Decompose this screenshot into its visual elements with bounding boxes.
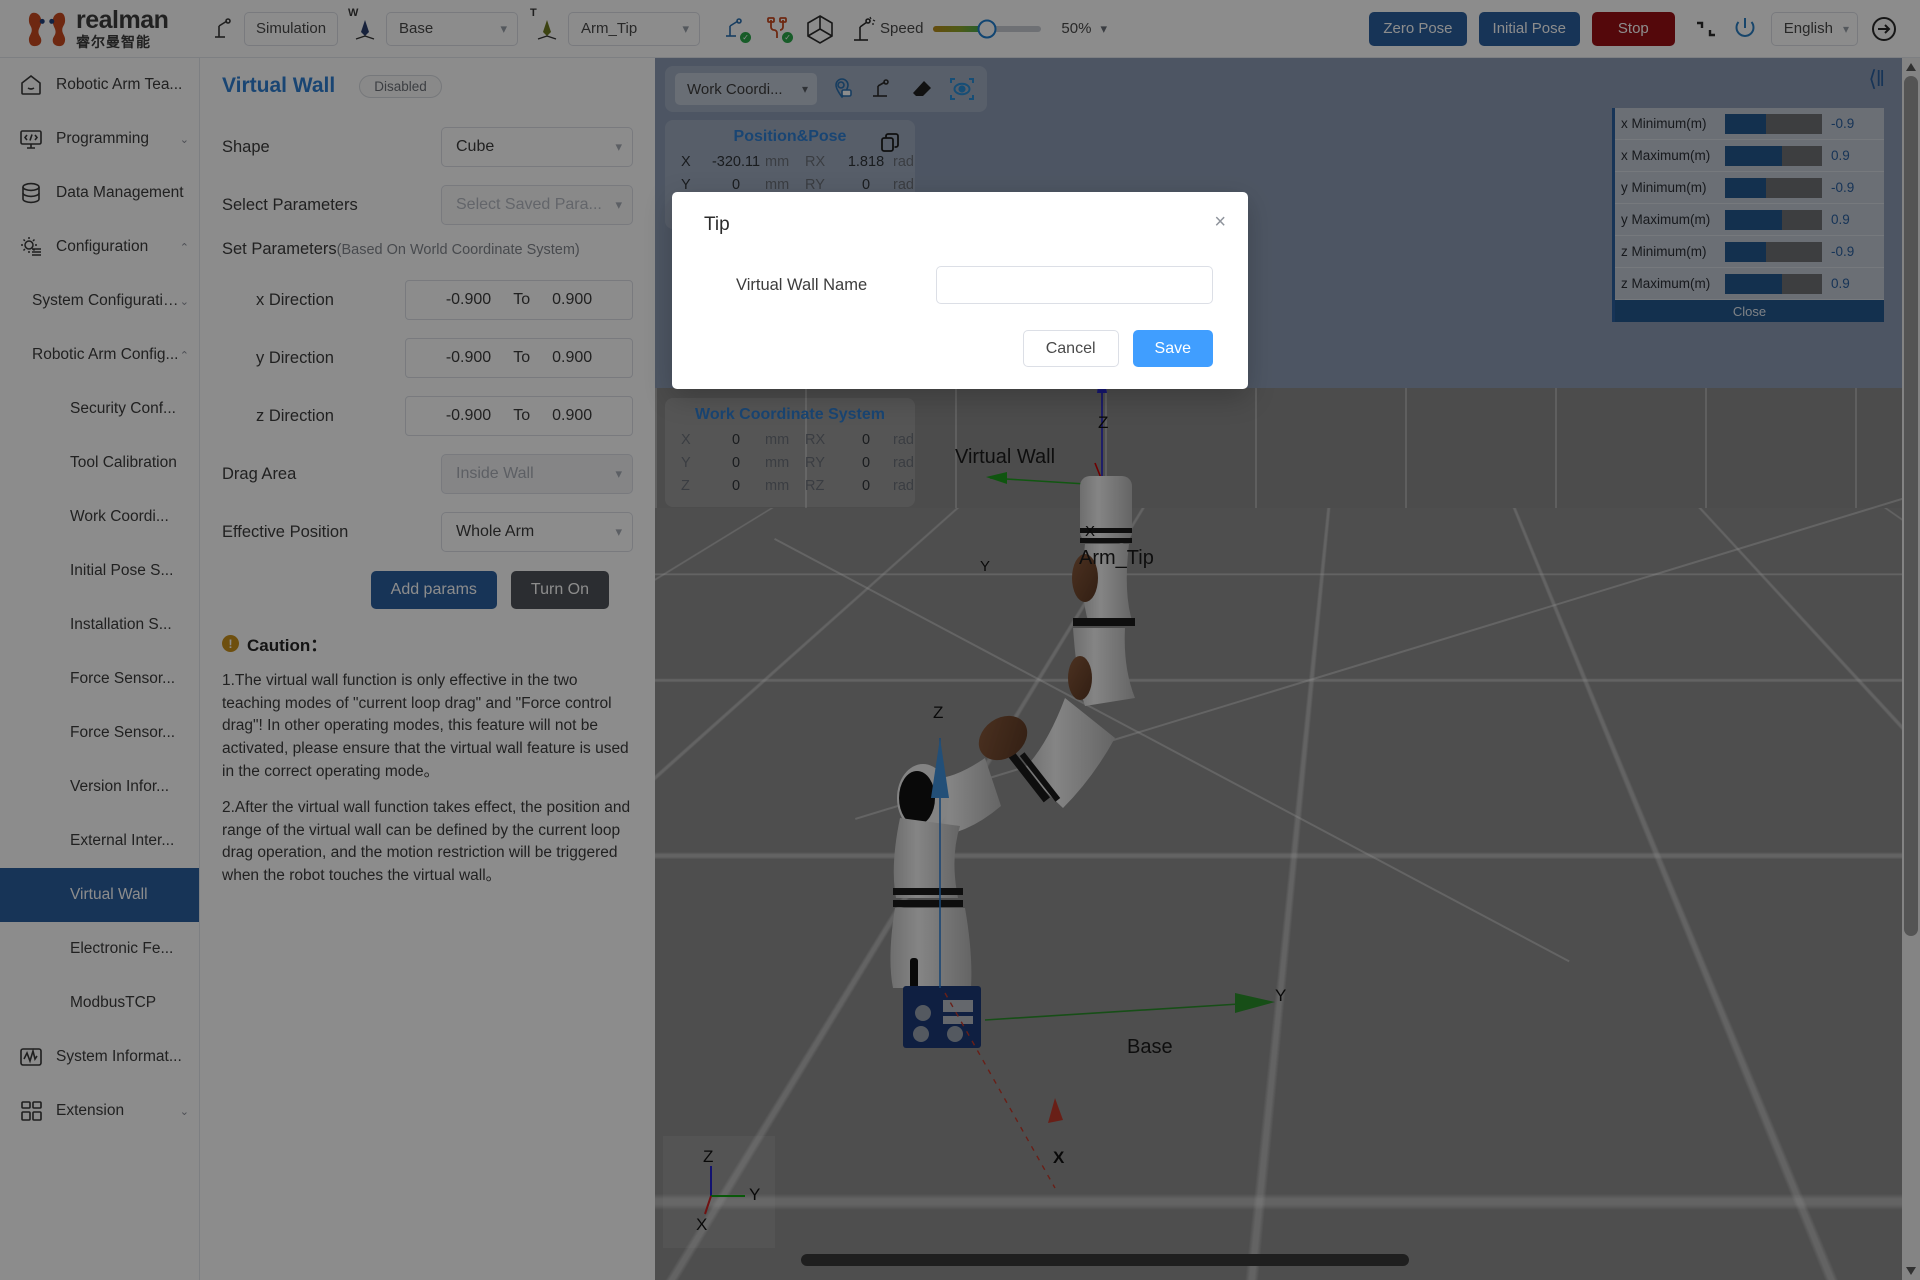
close-icon[interactable]: × [1214,212,1226,232]
dialog-title: Tip [704,214,1222,236]
dialog-actions: Cancel Save [704,330,1222,367]
cancel-button[interactable]: Cancel [1023,330,1119,367]
tip-dialog: Tip × Virtual Wall Name Cancel Save [672,192,1248,389]
virtual-wall-name-input[interactable] [936,266,1213,304]
dialog-body: Virtual Wall Name [704,266,1222,304]
virtual-wall-name-label: Virtual Wall Name [704,276,936,295]
save-button[interactable]: Save [1133,330,1213,367]
